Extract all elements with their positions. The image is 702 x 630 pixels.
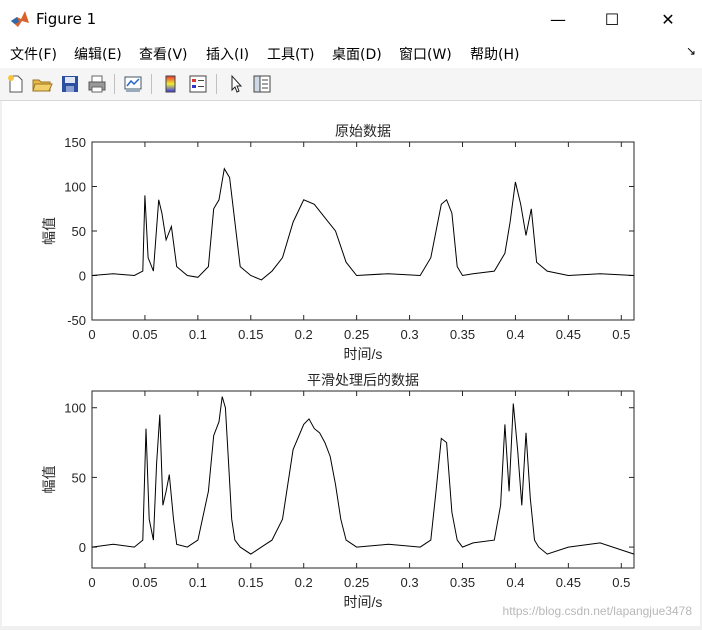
legend-icon[interactable] bbox=[187, 73, 209, 95]
window-title: Figure 1 bbox=[36, 10, 97, 28]
menu-desktop[interactable]: 桌面(D) bbox=[332, 44, 382, 64]
x-tick-label: 0.3 bbox=[401, 327, 419, 342]
new-figure-icon[interactable] bbox=[5, 73, 27, 95]
toolbar-separator bbox=[151, 74, 152, 94]
charts-svg: 0 0.05 0.1 0.15 0.2 0.25 0.3 0.35 0.4 0.45 0.5-500… bbox=[41, 123, 635, 610]
toolbar bbox=[0, 68, 702, 101]
y-tick-label: -50 bbox=[67, 313, 86, 328]
x-tick-label: 0.2 bbox=[295, 327, 313, 342]
x-tick-label: 0.15 bbox=[238, 327, 263, 342]
x-tick-label: 0 bbox=[88, 327, 95, 342]
x-tick-label: 0.05 bbox=[132, 575, 157, 590]
y-tick-label: 0 bbox=[79, 540, 86, 555]
toolbar-separator bbox=[114, 74, 115, 94]
menu-help[interactable]: 帮助(H) bbox=[470, 44, 519, 64]
print-icon[interactable] bbox=[86, 73, 108, 95]
menu-file[interactable]: 文件(F) bbox=[10, 44, 57, 64]
menu-view[interactable]: 查看(V) bbox=[139, 44, 188, 64]
x-tick-label: 0.45 bbox=[556, 327, 581, 342]
y-axis-label: 幅值 bbox=[41, 217, 57, 245]
title-bar: Figure 1 — ☐ ✕ bbox=[0, 0, 702, 38]
x-tick-label: 0.5 bbox=[612, 575, 630, 590]
menu-window[interactable]: 窗口(W) bbox=[399, 44, 452, 64]
minimize-icon: — bbox=[550, 9, 566, 29]
chart-title: 原始数据 bbox=[335, 123, 391, 139]
y-tick-label: 100 bbox=[64, 180, 86, 195]
x-tick-label: 0.4 bbox=[506, 327, 524, 342]
menu-edit[interactable]: 编辑(E) bbox=[74, 44, 122, 64]
watermark-text: https://blog.csdn.net/lapangjue3478 bbox=[502, 604, 692, 618]
minimize-button[interactable]: — bbox=[531, 0, 585, 38]
x-tick-label: 0.15 bbox=[238, 575, 263, 590]
chart-title: 平滑处理后的数据 bbox=[307, 372, 419, 388]
pointer-icon[interactable] bbox=[225, 73, 247, 95]
axes-box bbox=[91, 390, 635, 569]
y-tick-label: 100 bbox=[64, 401, 86, 416]
maximize-button[interactable]: ☐ bbox=[585, 0, 639, 38]
property-editor-icon[interactable] bbox=[251, 73, 273, 95]
x-tick-label: 0 bbox=[88, 575, 95, 590]
x-tick-label: 0.35 bbox=[450, 327, 475, 342]
close-icon: ✕ bbox=[661, 9, 675, 29]
x-tick-label: 0.2 bbox=[295, 575, 313, 590]
maximize-icon: ☐ bbox=[604, 9, 620, 29]
x-tick-label: 0.5 bbox=[612, 327, 630, 342]
y-tick-label: 50 bbox=[72, 224, 86, 239]
x-axis-label: 时间/s bbox=[344, 346, 383, 362]
x-tick-label: 0.05 bbox=[132, 327, 157, 342]
dock-arrow-icon[interactable]: ↘ bbox=[686, 44, 696, 58]
link-plot-icon[interactable] bbox=[122, 73, 144, 95]
axes-box bbox=[91, 141, 635, 321]
y-tick-label: 50 bbox=[72, 470, 86, 485]
x-tick-label: 0.3 bbox=[401, 575, 419, 590]
y-axis-label: 幅值 bbox=[41, 466, 57, 494]
open-file-icon[interactable] bbox=[31, 73, 53, 95]
close-button[interactable]: ✕ bbox=[641, 0, 695, 38]
y-tick-label: 0 bbox=[79, 269, 86, 284]
toolbar-separator bbox=[216, 74, 217, 94]
menu-insert[interactable]: 插入(I) bbox=[206, 44, 249, 64]
save-icon[interactable] bbox=[59, 73, 81, 95]
x-tick-label: 0.35 bbox=[450, 575, 475, 590]
x-tick-label: 0.1 bbox=[189, 575, 207, 590]
matlab-logo-icon bbox=[11, 11, 29, 27]
x-tick-label: 0.4 bbox=[506, 575, 524, 590]
x-axis-label: 时间/s bbox=[344, 594, 383, 610]
x-tick-label: 0.25 bbox=[344, 327, 369, 342]
colorbar-icon[interactable] bbox=[160, 73, 182, 95]
x-tick-label: 0.1 bbox=[189, 327, 207, 342]
figure-canvas: 0 0.05 0.1 0.15 0.2 0.25 0.3 0.35 0.4 0.45 0.5 -50 0… bbox=[2, 101, 700, 626]
menu-tools[interactable]: 工具(T) bbox=[267, 44, 314, 64]
menu-bar: 文件(F) 编辑(E) 查看(V) 插入(I) 工具(T) 桌面(D) 窗口(W… bbox=[0, 38, 702, 68]
x-tick-label: 0.45 bbox=[556, 575, 581, 590]
y-tick-label: 150 bbox=[64, 135, 86, 150]
x-tick-label: 0.25 bbox=[344, 575, 369, 590]
